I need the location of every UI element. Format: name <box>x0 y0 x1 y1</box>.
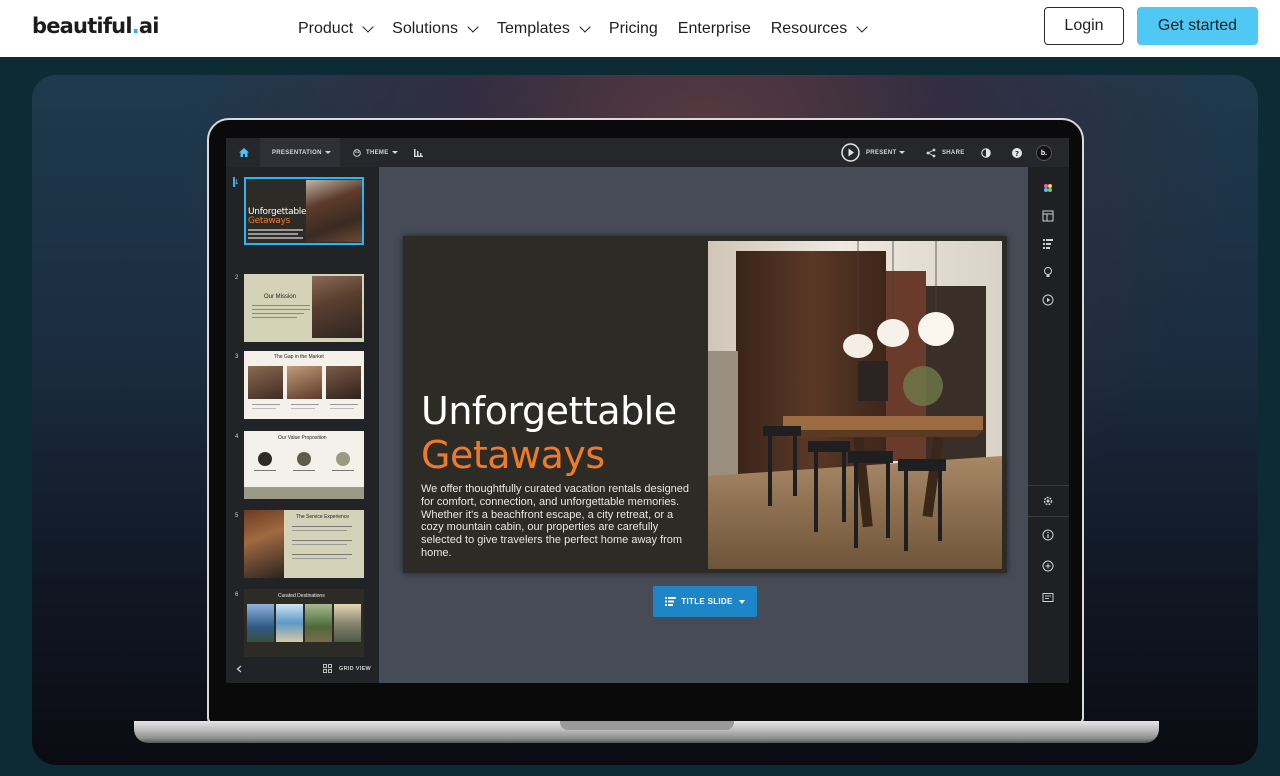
nav-templates[interactable]: Templates <box>497 20 591 38</box>
current-slide[interactable]: Unforgettable Getaways We offer thoughtf… <box>403 236 1007 573</box>
slide-thumbnails-panel: 1 Unforgettable Getaways 2 Our Mission 3… <box>226 167 379 683</box>
nav-product[interactable]: Product <box>298 20 374 38</box>
main-menu: Product Solutions Templates Pricing Ente… <box>298 0 886 57</box>
svg-text:?: ? <box>1015 150 1019 158</box>
layout-list-icon[interactable] <box>1042 238 1054 250</box>
slide-body-text[interactable]: We offer thoughtfully curated vacation r… <box>421 483 693 560</box>
layout-selector-button[interactable]: TITLE SLIDE <box>653 586 757 617</box>
slide-number: 4 <box>235 434 239 440</box>
grid-view-button[interactable]: GRID VIEW <box>339 666 371 672</box>
chart-icon[interactable] <box>414 148 423 157</box>
slide-thumbnail-2[interactable]: Our Mission <box>244 274 364 342</box>
chevron-down-icon <box>579 20 591 33</box>
top-nav: beautiful.ai Product Solutions Templates… <box>0 0 1280 57</box>
theme-menu[interactable]: THEME <box>366 150 398 156</box>
slide-title-line2[interactable]: Getaways <box>421 433 605 477</box>
color-palette-icon[interactable] <box>1042 182 1054 194</box>
notes-icon[interactable] <box>1042 592 1054 604</box>
layout-icon <box>665 597 677 606</box>
presentation-menu[interactable]: PRESENTATION <box>272 150 331 156</box>
slide-canvas: Unforgettable Getaways We offer thoughtf… <box>379 167 1028 683</box>
slide-thumbnail-3[interactable]: The Gap in the Market <box>244 351 364 419</box>
settings-gear-icon[interactable] <box>1042 495 1054 507</box>
login-button[interactable]: Login <box>1044 7 1124 45</box>
slide-thumbnail-6[interactable]: Curated Destinations <box>244 589 364 657</box>
right-tools-panel <box>1028 167 1069 683</box>
contrast-icon[interactable] <box>981 148 991 158</box>
lightbulb-icon[interactable] <box>1042 266 1054 278</box>
nav-resources[interactable]: Resources <box>771 20 868 38</box>
laptop-notch <box>560 721 734 730</box>
app-screen: PRESENTATION THEME PRESENT SHARE ? b. 1 … <box>226 138 1069 683</box>
chevron-down-icon <box>362 20 374 33</box>
slide-title-line1[interactable]: Unforgettable <box>421 389 677 433</box>
grid-icon <box>323 664 332 673</box>
play-circle-icon[interactable] <box>1042 294 1054 306</box>
help-icon[interactable]: ? <box>1012 148 1022 158</box>
chevron-down-icon <box>467 20 479 33</box>
caret-down-icon <box>738 599 745 604</box>
present-button[interactable]: PRESENT <box>866 150 906 156</box>
slide-number: 1 <box>235 180 239 186</box>
app-toolbar: PRESENTATION THEME PRESENT SHARE ? b. <box>226 138 1069 167</box>
get-started-button[interactable]: Get started <box>1137 7 1258 45</box>
chevron-down-icon <box>856 20 868 33</box>
slide-thumbnail-1[interactable]: Unforgettable Getaways <box>244 177 364 245</box>
add-comment-icon[interactable] <box>1042 560 1054 572</box>
sidebar-footer: GRID VIEW <box>226 655 379 683</box>
nav-pricing[interactable]: Pricing <box>609 20 658 38</box>
slide-photo[interactable] <box>708 241 1002 569</box>
slide-thumbnail-4[interactable]: Our Value Proposition <box>244 431 364 499</box>
logo[interactable]: beautiful.ai <box>32 14 159 38</box>
slide-number: 6 <box>235 592 239 598</box>
home-icon[interactable] <box>239 148 249 157</box>
nav-enterprise[interactable]: Enterprise <box>678 20 751 38</box>
slide-number: 2 <box>235 275 239 281</box>
info-icon[interactable] <box>1042 529 1054 541</box>
slide-thumbnail-5[interactable]: The Service Experience <box>244 510 364 578</box>
play-icon[interactable] <box>841 143 860 162</box>
share-button[interactable]: SHARE <box>942 150 965 156</box>
slide-number: 3 <box>235 354 239 360</box>
palette-icon <box>353 149 361 157</box>
chevron-left-icon[interactable] <box>236 665 242 673</box>
share-icon <box>926 148 936 158</box>
avatar[interactable]: b. <box>1036 145 1052 161</box>
slide-number: 5 <box>235 513 239 519</box>
nav-solutions[interactable]: Solutions <box>392 20 479 38</box>
layout-grid-icon[interactable] <box>1042 210 1054 222</box>
